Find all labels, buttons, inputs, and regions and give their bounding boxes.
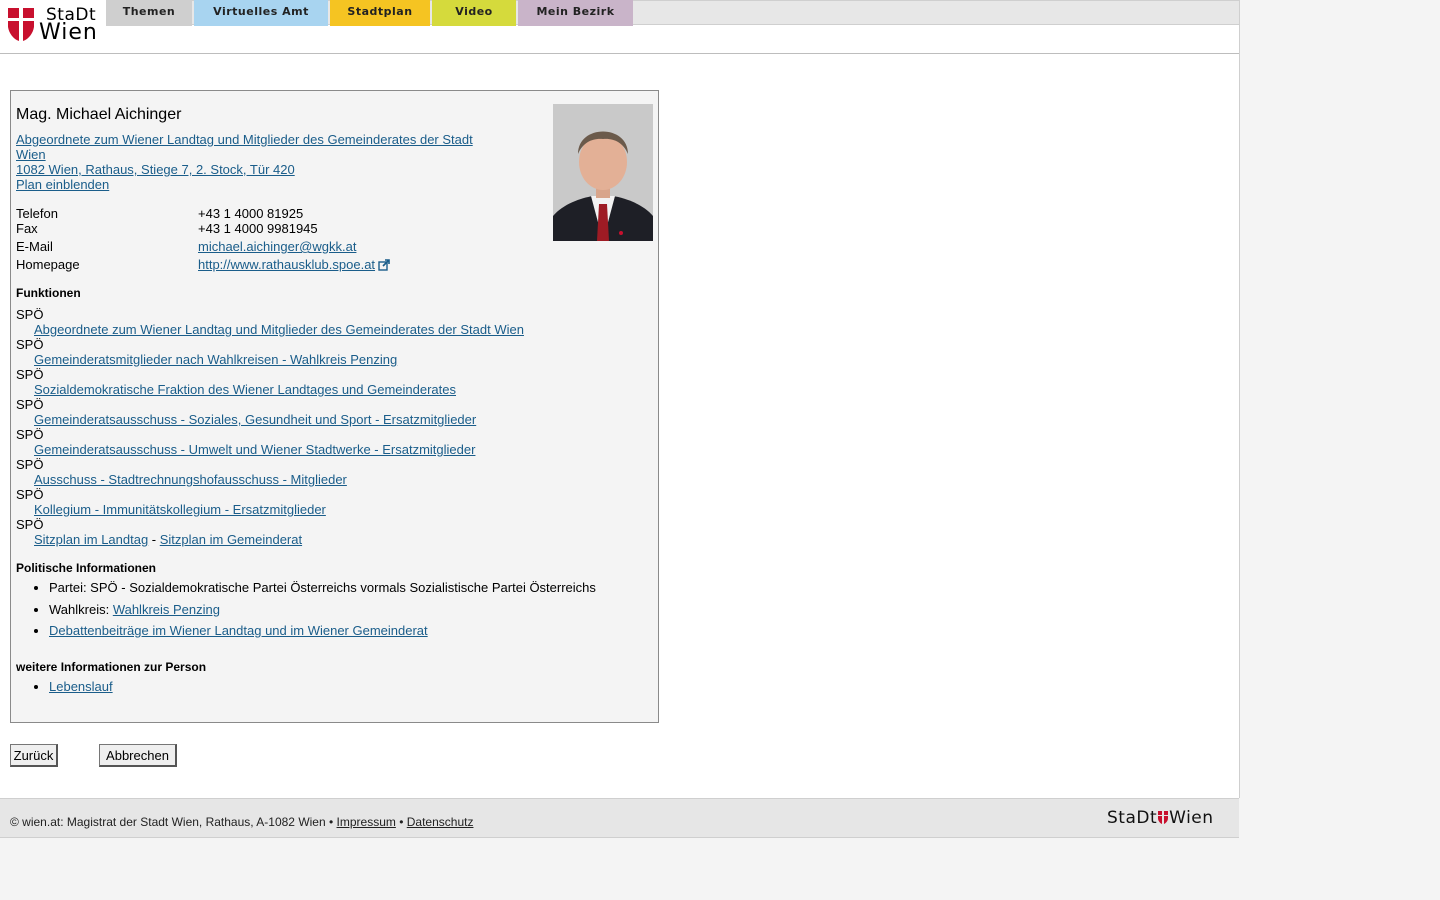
- function-link[interactable]: Gemeinderatsausschuss - Soziales, Gesund…: [34, 412, 476, 427]
- page: StaDt Wien Themen Virtuelles Amt Stadtpl…: [0, 0, 1240, 798]
- list-item: Lebenslauf: [49, 679, 113, 701]
- function-link[interactable]: Ausschuss - Stadtrechnungshofausschuss -…: [34, 472, 347, 487]
- tab-virtuelles-amt[interactable]: Virtuelles Amt: [194, 0, 328, 26]
- tab-video[interactable]: Video: [432, 0, 516, 26]
- back-button[interactable]: Zurück: [10, 744, 58, 767]
- footer-logo-wien: Wien: [1169, 808, 1214, 828]
- contact-label-email: E-Mail: [16, 239, 53, 254]
- plan-einblenden-link[interactable]: Plan einblenden: [16, 177, 109, 192]
- contact-value-fax: +43 1 4000 9981945: [198, 221, 318, 236]
- person-name: Mag. Michael Aichinger: [16, 106, 182, 123]
- datenschutz-link[interactable]: Datenschutz: [407, 815, 474, 829]
- functions-heading: Funktionen: [16, 286, 81, 300]
- footer-text: © wien.at: Magistrat der Stadt Wien, Rat…: [10, 815, 473, 829]
- list-item: Debattenbeiträge im Wiener Landtag und i…: [49, 623, 596, 645]
- political-info-list: Partei: SPÖ - Sozialdemokratische Partei…: [16, 580, 596, 645]
- debatten-link[interactable]: Debattenbeiträge im Wiener Landtag und i…: [49, 623, 428, 638]
- tab-themen[interactable]: Themen: [106, 0, 192, 26]
- person-photo: [553, 104, 653, 241]
- person-card: Mag. Michael Aichinger Abgeordnete zum W…: [10, 90, 659, 723]
- footer-separator: •: [325, 815, 337, 829]
- footer-logo-stadt: StaDt: [1107, 808, 1158, 828]
- footer: © wien.at: Magistrat der Stadt Wien, Rat…: [0, 798, 1239, 838]
- function-link[interactable]: Gemeinderatsmitglieder nach Wahlkreisen …: [34, 352, 397, 367]
- function-party: SPÖ: [16, 487, 44, 502]
- seat-plan-links: Sitzplan im Landtag - Sitzplan im Gemein…: [34, 532, 302, 547]
- function-party: SPÖ: [16, 307, 44, 322]
- function-link[interactable]: Sozialdemokratische Fraktion des Wiener …: [34, 382, 456, 397]
- homepage-link[interactable]: http://www.rathausklub.spoe.at: [198, 257, 375, 272]
- sitzplan-gemeinderat-link[interactable]: Sitzplan im Gemeinderat: [160, 532, 302, 547]
- function-link[interactable]: Abgeordnete zum Wiener Landtag und Mitgl…: [34, 322, 524, 337]
- wien-shield-icon: [1158, 811, 1169, 824]
- tab-mein-bezirk[interactable]: Mein Bezirk: [518, 0, 633, 26]
- email-link[interactable]: michael.aichinger@wgkk.at: [198, 239, 356, 254]
- lebenslauf-link[interactable]: Lebenslauf: [49, 679, 113, 694]
- more-info-heading: weitere Informationen zur Person: [16, 660, 207, 674]
- seat-separator: -: [148, 532, 160, 547]
- function-link[interactable]: Kollegium - Immunitätskollegium - Ersatz…: [34, 502, 326, 517]
- portrait-image: [553, 104, 653, 241]
- address-link[interactable]: 1082 Wien, Rathaus, Stiege 7, 2. Stock, …: [16, 162, 295, 177]
- list-item: Partei: SPÖ - Sozialdemokratische Partei…: [49, 580, 596, 602]
- stadt-wien-logo[interactable]: StaDt Wien: [6, 5, 100, 45]
- copyright-text: © wien.at: Magistrat der Stadt Wien, Rat…: [10, 815, 326, 829]
- wahlkreis-label: Wahlkreis:: [49, 601, 113, 617]
- tab-stadtplan[interactable]: Stadtplan: [330, 0, 430, 26]
- wahlkreis-link[interactable]: Wahlkreis Penzing: [113, 602, 220, 617]
- header: StaDt Wien Themen Virtuelles Amt Stadtpl…: [0, 0, 1239, 54]
- function-party: SPÖ: [16, 517, 44, 532]
- external-link-icon: [378, 259, 390, 271]
- wien-shield-icon: [8, 8, 34, 41]
- contact-value-telefon: +43 1 4000 81925: [198, 206, 304, 221]
- list-item: Wahlkreis: Wahlkreis Penzing: [49, 602, 596, 624]
- role-link-line2[interactable]: Wien: [16, 147, 46, 162]
- contact-label-telefon: Telefon: [16, 206, 58, 221]
- party-info: Partei: SPÖ - Sozialdemokratische Partei…: [49, 580, 596, 595]
- footer-separator: •: [395, 815, 407, 829]
- impressum-link[interactable]: Impressum: [337, 815, 396, 829]
- function-party: SPÖ: [16, 397, 44, 412]
- contact-label-homepage: Homepage: [16, 257, 80, 272]
- function-party: SPÖ: [16, 457, 44, 472]
- more-info-list: Lebenslauf: [16, 679, 113, 701]
- logo-text-wien: Wien: [39, 20, 98, 45]
- political-heading: Politische Informationen: [16, 561, 157, 575]
- function-party: SPÖ: [16, 427, 44, 442]
- footer-logo[interactable]: StaDt Wien: [1107, 808, 1214, 828]
- cancel-button[interactable]: Abbrechen: [99, 744, 177, 767]
- function-party: SPÖ: [16, 367, 44, 382]
- contact-label-fax: Fax: [16, 221, 38, 236]
- sitzplan-landtag-link[interactable]: Sitzplan im Landtag: [34, 532, 148, 547]
- role-link-line1[interactable]: Abgeordnete zum Wiener Landtag und Mitgl…: [16, 132, 473, 147]
- function-party: SPÖ: [16, 337, 44, 352]
- function-link[interactable]: Gemeinderatsausschuss - Umwelt und Wiene…: [34, 442, 475, 457]
